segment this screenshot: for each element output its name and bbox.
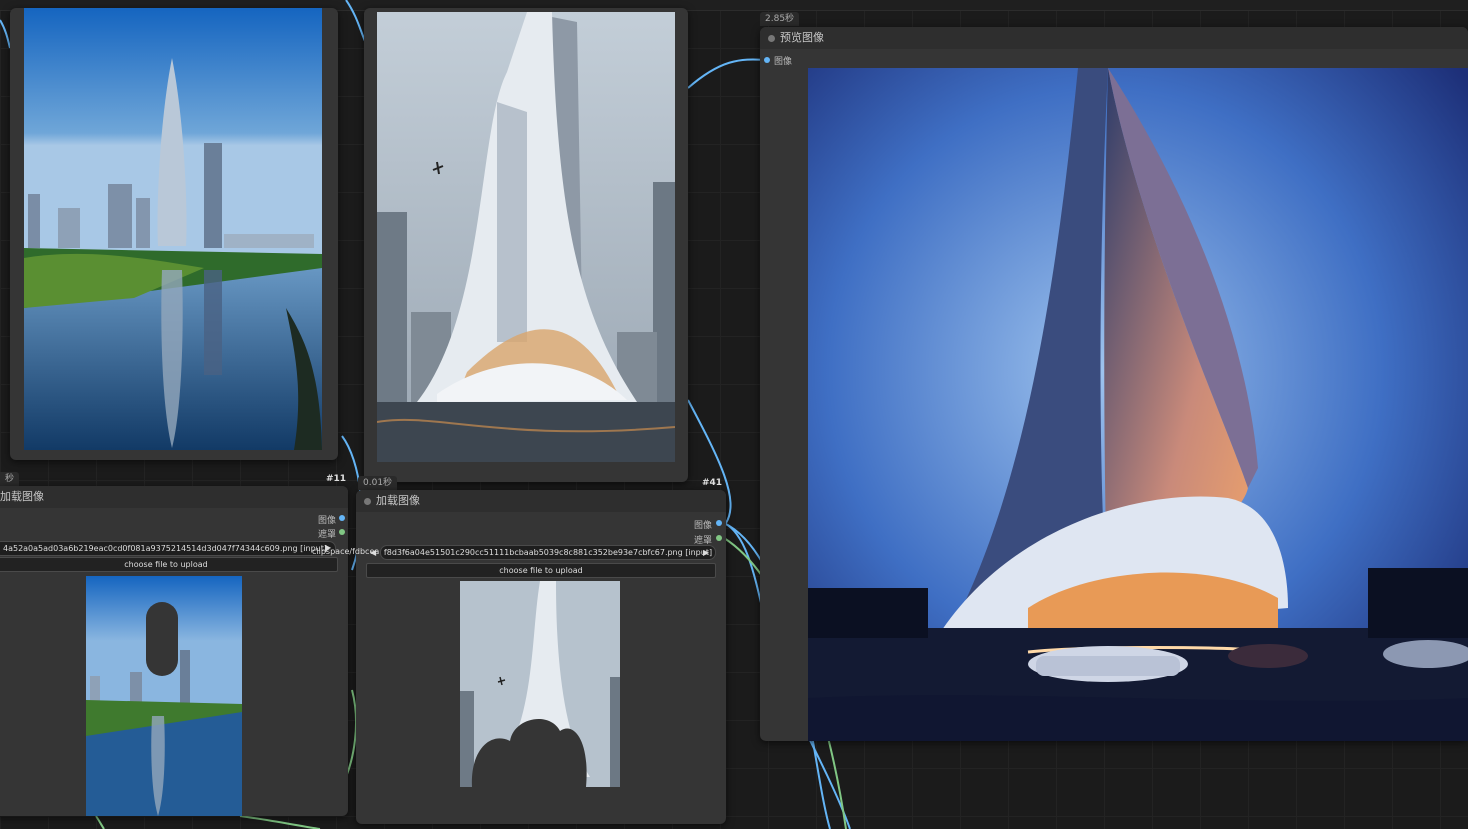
- mid-upload-button[interactable]: choose file to upload: [366, 563, 716, 578]
- futuristic-tower-photo: [377, 12, 675, 462]
- mid-title-text: 加载图像: [376, 494, 420, 507]
- left-output-mask-label: 遮罩: [317, 530, 336, 540]
- mid-mask-output-dot-icon[interactable]: [716, 535, 722, 541]
- mid-node-title[interactable]: 加载图像: [356, 490, 726, 512]
- left-image-output-dot-icon[interactable]: [339, 515, 345, 521]
- left-image-filename-combo[interactable]: 4a52a0a5ad03a6b219eac0cd0f081a9375214514…: [0, 541, 336, 556]
- left-output-image-label: 图像: [317, 516, 336, 526]
- image-link-7: [0, 19, 11, 49]
- shenzhen-skyline-photo: [24, 8, 322, 450]
- left-image-frame[interactable]: [10, 8, 338, 460]
- mask-link-4: [95, 815, 105, 829]
- left-node-title[interactable]: 加载图像: [0, 486, 348, 508]
- preview-node-title[interactable]: 预览图像: [760, 27, 1468, 49]
- mid-combo-arrow-left-icon[interactable]: ◀: [370, 548, 376, 557]
- collapse-dot-icon[interactable]: [768, 35, 775, 42]
- left-masked-thumbnail: [86, 576, 242, 816]
- node-graph-canvas[interactable]: 2.85秒 预览图像 图像 秒 #11 加载图像 图像 遮罩 4a52a0a5a…: [0, 0, 1468, 829]
- image-link-2: [687, 58, 767, 89]
- middle-load-image-node[interactable]: 加载图像 图像 遮罩 clipspace/fdbcea ◀ f8d3f6a04e…: [312, 490, 726, 824]
- preview-input-label: 图像: [774, 57, 793, 67]
- mid-masked-thumbnail: [460, 581, 620, 787]
- mid-node-id: #41: [702, 478, 723, 488]
- preview-title-text: 预览图像: [780, 31, 824, 44]
- left-load-image-node[interactable]: 加载图像 图像 遮罩 4a52a0a5ad03a6b219eac0cd0f081…: [0, 486, 348, 816]
- mid-image-output-dot-icon[interactable]: [716, 520, 722, 526]
- preview-timing: 2.85秒: [760, 12, 800, 26]
- left-node-id: #11: [326, 474, 347, 484]
- mid-image-filename-combo[interactable]: f8d3f6a04e51501c290cc51111bcbaab5039c8c8…: [380, 545, 716, 560]
- middle-image-frame[interactable]: [364, 8, 688, 482]
- left-mask-output-dot-icon[interactable]: [339, 529, 345, 535]
- mid-output-image-label: 图像: [693, 521, 712, 531]
- mid-collapse-dot-icon[interactable]: [364, 498, 371, 505]
- preview-tower-photo: [808, 68, 1468, 741]
- mask-link-3: [239, 815, 321, 829]
- left-title-text: 加载图像: [0, 490, 44, 503]
- left-node-timing: 秒: [0, 472, 20, 486]
- left-upload-button[interactable]: choose file to upload: [0, 557, 338, 572]
- preview-image-node[interactable]: 预览图像 图像: [760, 27, 1468, 741]
- mid-combo-arrow-right-icon[interactable]: ▶: [703, 548, 709, 557]
- mask-blob: [146, 602, 178, 676]
- mid-node-timing: 0.01秒: [358, 476, 398, 490]
- image-input-dot-icon[interactable]: [764, 57, 770, 63]
